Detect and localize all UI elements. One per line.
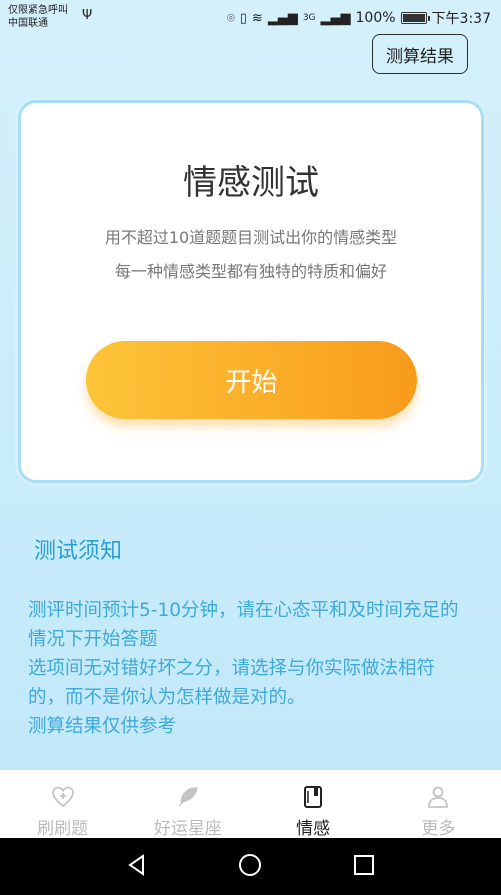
wifi-icon: ≋ <box>251 10 263 26</box>
tab-gengduo[interactable]: 更多 <box>376 770 501 839</box>
tab-label: 好运星座 <box>153 819 222 839</box>
tab-haoyun-xingzuo[interactable]: 好运星座 <box>125 770 250 839</box>
notice-title: 测试须知 <box>34 539 123 564</box>
system-nav-bar <box>0 838 501 895</box>
status-icons: ⌾ ▯ ≋ ▂▄▆ 3G ▂▄▆ 100% 下午3:37 <box>227 8 491 28</box>
notebook-icon <box>300 784 326 810</box>
notice-line: 测评时间预计5-10分钟，请在心态平和及时间充足的情况下开始答题 <box>28 600 459 650</box>
bottom-tab-bar: 刷刷题 好运星座 情感 更多 <box>0 770 501 839</box>
heart-plus-icon <box>50 784 76 810</box>
status-bar: 仅限紧急呼叫 中国联通 Ψ ⌾ ▯ ≋ ▂▄▆ 3G ▂▄▆ 100% 下午3:… <box>0 0 501 34</box>
back-icon[interactable] <box>124 852 150 882</box>
card-description-line1: 用不超过10道题题目测试出你的情感类型 <box>104 228 398 247</box>
start-button[interactable]: 开始 <box>86 341 417 419</box>
tab-label: 更多 <box>421 819 456 839</box>
vibrate-icon: ▯ <box>239 10 247 26</box>
result-button[interactable]: 测算结果 <box>372 34 468 74</box>
notice-body: 测评时间预计5-10分钟，请在心态平和及时间充足的情况下开始答题 选项间无对错好… <box>28 596 468 741</box>
location-icon: ⌾ <box>226 10 235 26</box>
tab-label: 情感 <box>296 819 331 839</box>
battery-icon <box>400 12 430 24</box>
feather-icon <box>175 784 201 810</box>
network-type: 3G <box>302 13 316 23</box>
carrier-emergency-text: 仅限紧急呼叫 <box>8 5 68 16</box>
battery-percent: 100% <box>355 10 396 26</box>
carrier-name: 中国联通 <box>8 18 48 29</box>
card-description-line2: 每一种情感类型都有独特的特质和偏好 <box>114 262 387 281</box>
user-icon <box>425 784 451 810</box>
recents-icon[interactable] <box>351 852 377 882</box>
clock: 下午3:37 <box>431 11 491 27</box>
test-card: 情感测试 用不超过10道题题目测试出你的情感类型 每一种情感类型都有独特的特质和… <box>18 100 484 483</box>
home-icon[interactable] <box>237 852 263 882</box>
notice-line: 测算结果仅供参考 <box>28 716 177 737</box>
usb-icon: Ψ <box>82 8 93 23</box>
card-title: 情感测试 <box>183 163 319 203</box>
tab-label: 刷刷题 <box>37 819 89 839</box>
tab-qinggan[interactable]: 情感 <box>251 770 376 839</box>
signal-icon: ▂▄▆ <box>267 10 298 26</box>
tab-shuashuati[interactable]: 刷刷题 <box>0 770 125 839</box>
carrier-info: 仅限紧急呼叫 中国联通 <box>8 4 68 30</box>
signal-icon-2: ▂▄▆ <box>320 10 351 26</box>
notice-line: 选项间无对错好坏之分，请选择与你实际做法相符的，而不是你认为怎样做是对的。 <box>28 658 436 708</box>
